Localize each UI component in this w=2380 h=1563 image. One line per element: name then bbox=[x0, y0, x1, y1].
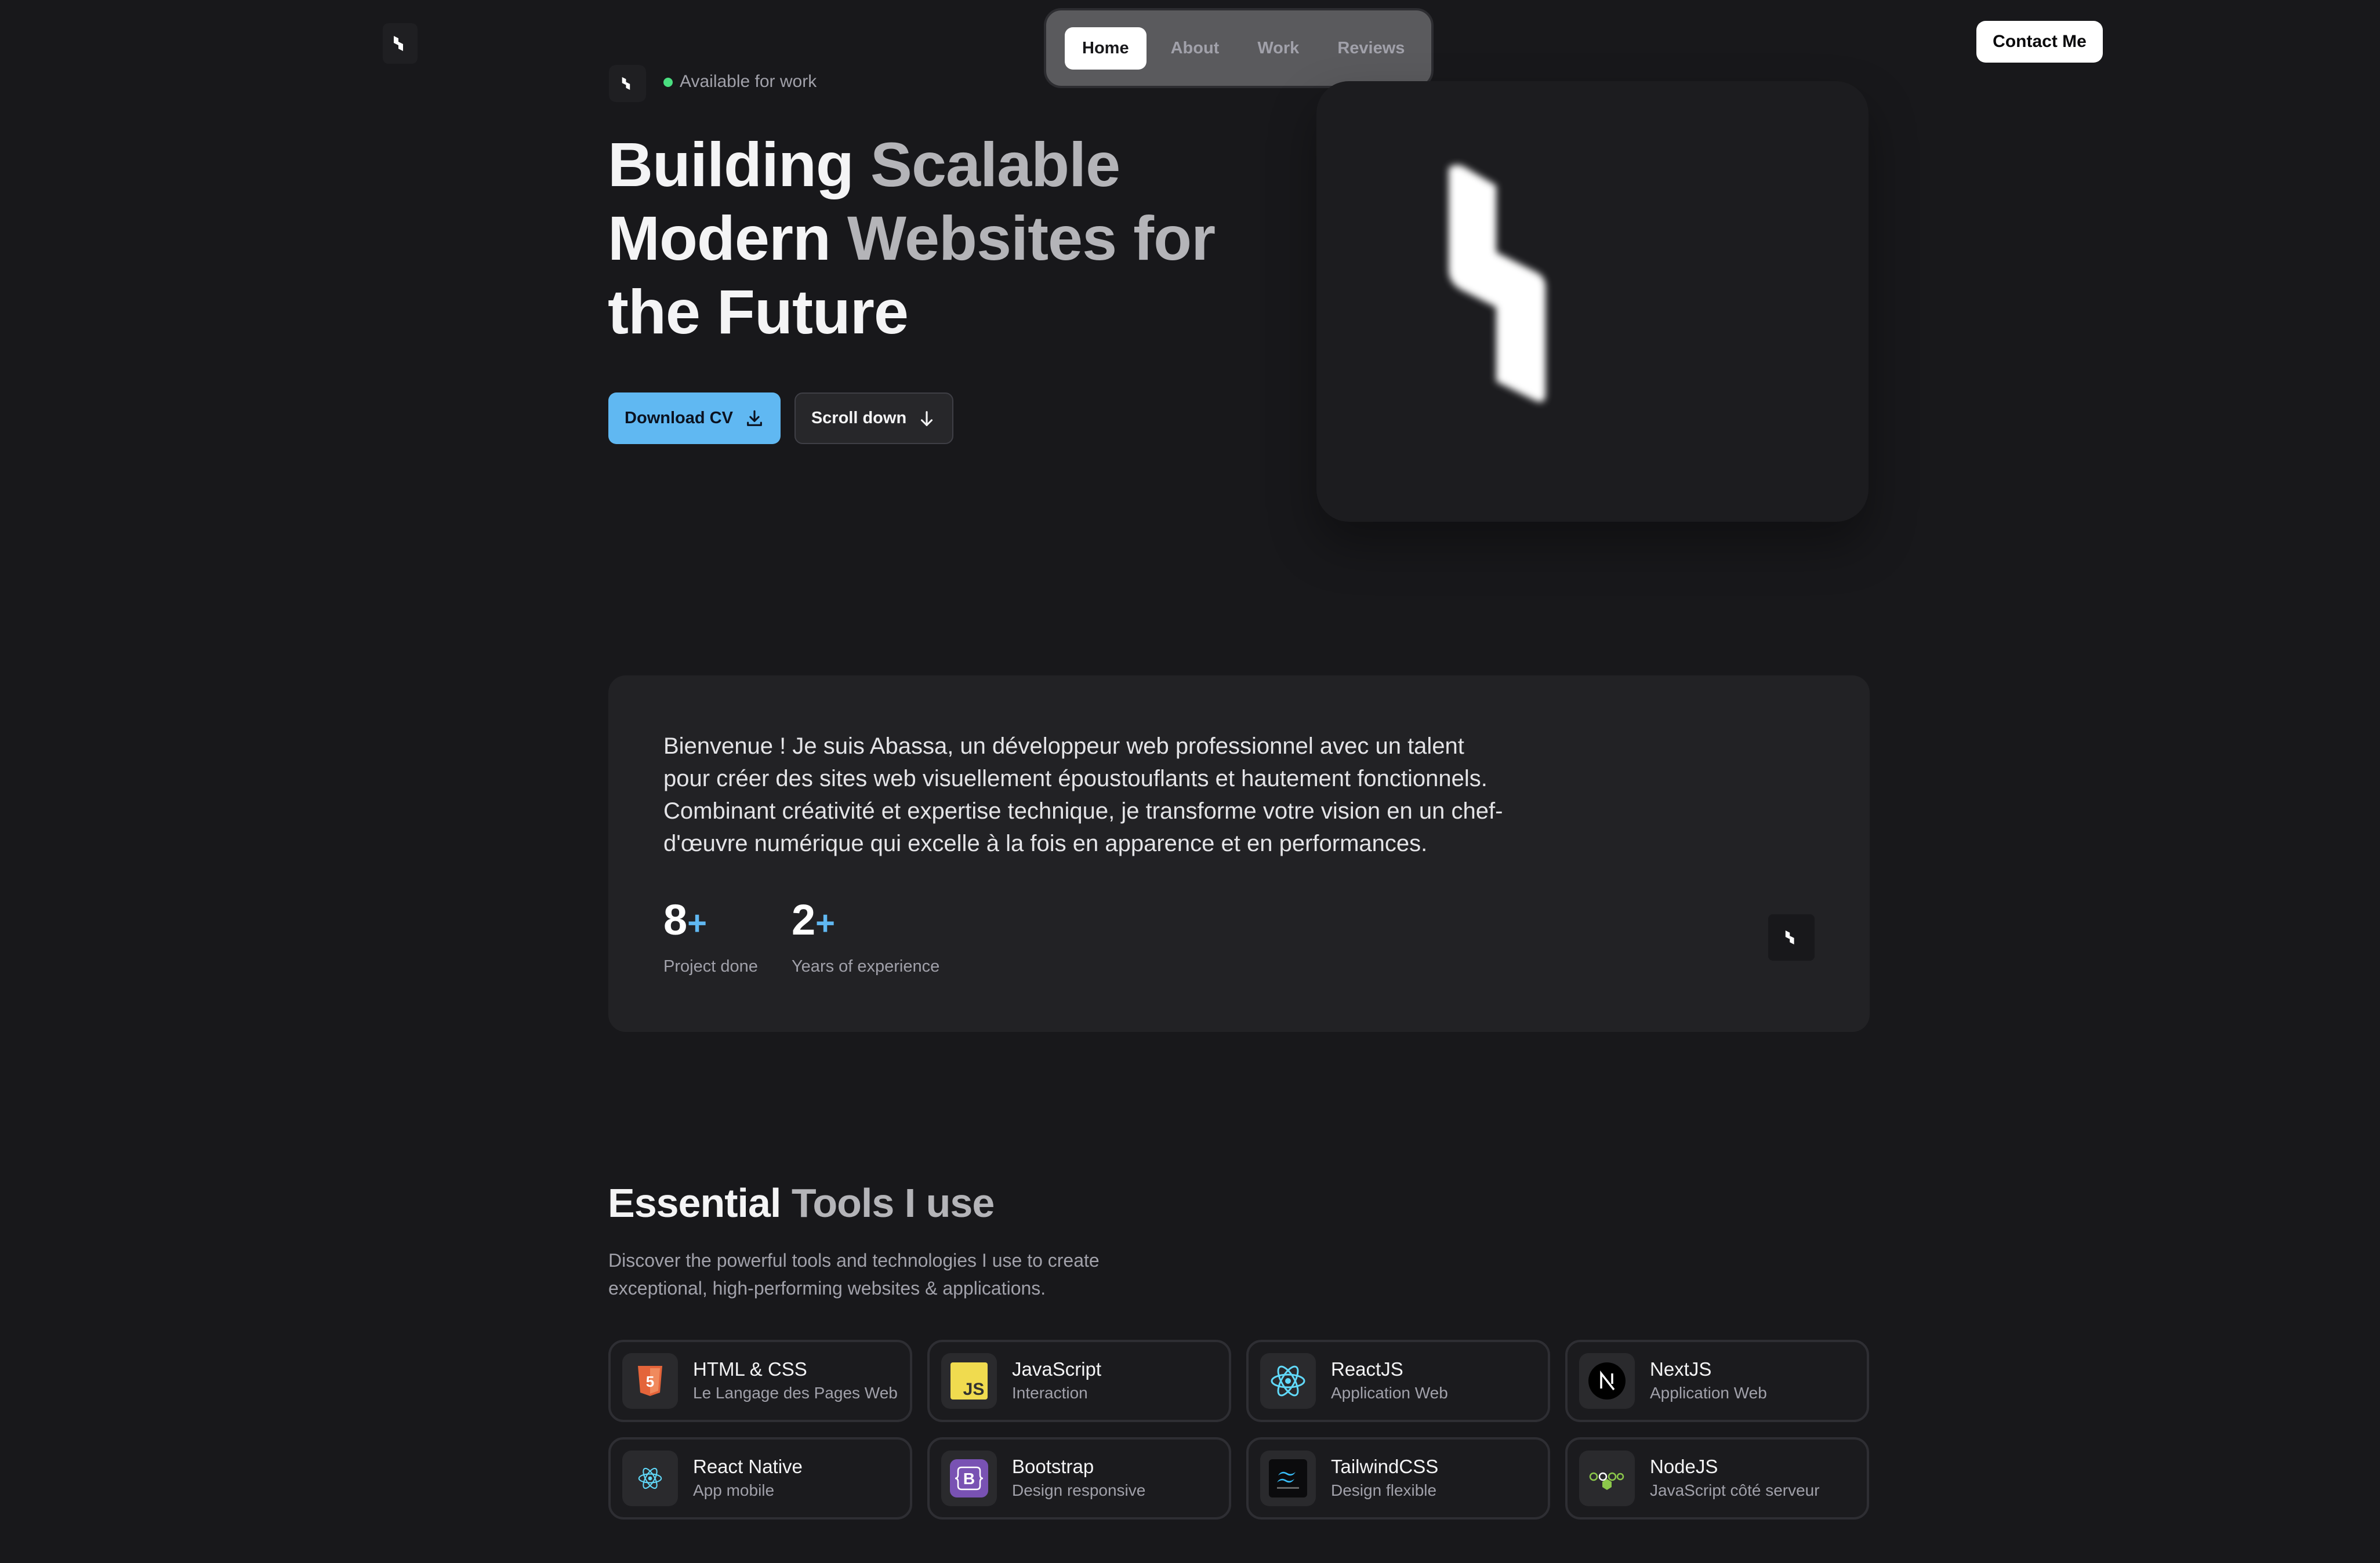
tool-card-nextjs[interactable]: NextJS Application Web bbox=[1565, 1340, 1869, 1422]
tools-description: Discover the powerful tools and technolo… bbox=[608, 1250, 1100, 1299]
bootstrap-icon: B bbox=[941, 1451, 997, 1506]
tools-grid: 5 HTML & CSS Le Langage des Pages Web JS … bbox=[608, 1340, 1870, 1520]
stat-label: Project done bbox=[663, 957, 758, 976]
nav-item-home[interactable]: Home bbox=[1065, 27, 1147, 70]
brand-logo[interactable] bbox=[383, 23, 418, 64]
tool-subtitle: Le Langage des Pages Web bbox=[693, 1384, 898, 1402]
nav-item-about[interactable]: About bbox=[1157, 27, 1233, 70]
tool-subtitle: Interaction bbox=[1012, 1384, 1088, 1402]
large-logo-icon bbox=[1449, 165, 1545, 402]
logo-icon bbox=[1785, 930, 1794, 944]
tool-name: TailwindCSS bbox=[1331, 1456, 1439, 1477]
tool-card-bootstrap[interactable]: B Bootstrap Design responsive bbox=[927, 1437, 1231, 1520]
html5-icon: 5 bbox=[622, 1353, 678, 1409]
avatar-logo bbox=[609, 65, 646, 102]
availability-status: Available for work bbox=[680, 72, 817, 91]
logo-icon bbox=[622, 77, 630, 90]
tool-subtitle: JavaScript côté serveur bbox=[1650, 1481, 1820, 1499]
tool-name: HTML & CSS bbox=[693, 1358, 807, 1380]
tool-subtitle: Application Web bbox=[1650, 1384, 1767, 1402]
react-icon bbox=[1260, 1353, 1316, 1409]
headline-text: Modern bbox=[608, 203, 847, 273]
tool-subtitle: Application Web bbox=[1331, 1384, 1448, 1402]
stat-suffix: + bbox=[687, 904, 708, 942]
main-nav: Home About Work Reviews bbox=[1044, 8, 1434, 88]
download-icon bbox=[747, 410, 762, 426]
headline-text-muted: Scalable bbox=[870, 129, 1120, 199]
stat-label: Years of experience bbox=[792, 957, 940, 976]
nav-item-work[interactable]: Work bbox=[1243, 27, 1313, 70]
stat-experience: 2+ Years of experience bbox=[792, 897, 939, 976]
hero-headline: Building Scalable Modern Websites for th… bbox=[608, 128, 1216, 348]
tool-card-react-native[interactable]: React Native App mobile bbox=[608, 1437, 912, 1520]
tool-name: Bootstrap bbox=[1012, 1456, 1094, 1477]
tool-name: JavaScript bbox=[1012, 1358, 1102, 1380]
status-dot-icon bbox=[663, 78, 673, 87]
arrow-down-icon bbox=[921, 410, 933, 426]
react-native-icon bbox=[622, 1451, 678, 1506]
hero-logo-card bbox=[1316, 81, 1869, 522]
nodejs-icon bbox=[1579, 1451, 1635, 1506]
stat-suffix: + bbox=[815, 904, 836, 942]
tailwind-icon bbox=[1260, 1451, 1316, 1506]
svg-text:JS: JS bbox=[963, 1380, 985, 1399]
tool-card-tailwindcss[interactable]: TailwindCSS Design flexible bbox=[1246, 1437, 1550, 1520]
svg-text:5: 5 bbox=[646, 1373, 654, 1390]
download-cv-label: Download CV bbox=[625, 409, 733, 427]
javascript-icon: JS bbox=[941, 1353, 997, 1409]
scroll-down-button[interactable]: Scroll down bbox=[794, 392, 953, 444]
tools-title: Essential Tools I use bbox=[608, 1180, 995, 1226]
tool-name: NextJS bbox=[1650, 1358, 1712, 1380]
stat-value: 2 bbox=[792, 896, 816, 944]
tool-name: React Native bbox=[693, 1456, 803, 1477]
tool-subtitle: App mobile bbox=[693, 1481, 775, 1499]
contact-me-button[interactable]: Contact Me bbox=[1976, 21, 2103, 63]
svg-text:B: B bbox=[963, 1470, 975, 1488]
about-logo bbox=[1768, 914, 1815, 961]
stat-value: 8 bbox=[663, 896, 688, 944]
download-cv-button[interactable]: Download CV bbox=[608, 392, 781, 444]
headline-text: the Future bbox=[608, 277, 909, 347]
stat-projects: 8+ Project done bbox=[663, 897, 758, 976]
tools-title-muted: Tools I use bbox=[791, 1180, 995, 1226]
intro-text: Bienvenue ! Je suis Abassa, un développe… bbox=[663, 733, 1503, 856]
tool-card-html-css[interactable]: 5 HTML & CSS Le Langage des Pages Web bbox=[608, 1340, 912, 1422]
tool-name: NodeJS bbox=[1650, 1456, 1718, 1477]
tool-subtitle: Design responsive bbox=[1012, 1481, 1146, 1499]
tool-subtitle: Design flexible bbox=[1331, 1481, 1437, 1499]
nextjs-icon bbox=[1579, 1353, 1635, 1409]
tool-card-nodejs[interactable]: NodeJS JavaScript côté serveur bbox=[1565, 1437, 1869, 1520]
headline-text-muted: Websites for bbox=[847, 203, 1216, 273]
about-card: Bienvenue ! Je suis Abassa, un développe… bbox=[608, 675, 1870, 1032]
tool-card-reactjs[interactable]: ReactJS Application Web bbox=[1246, 1340, 1550, 1422]
tool-card-javascript[interactable]: JS JavaScript Interaction bbox=[927, 1340, 1231, 1422]
tools-title-main: Essential bbox=[608, 1180, 792, 1226]
nav-item-reviews[interactable]: Reviews bbox=[1323, 27, 1418, 70]
headline-text: Building bbox=[608, 129, 870, 199]
logo-icon bbox=[394, 36, 403, 51]
scroll-down-label: Scroll down bbox=[811, 409, 907, 427]
tool-name: ReactJS bbox=[1331, 1358, 1403, 1380]
